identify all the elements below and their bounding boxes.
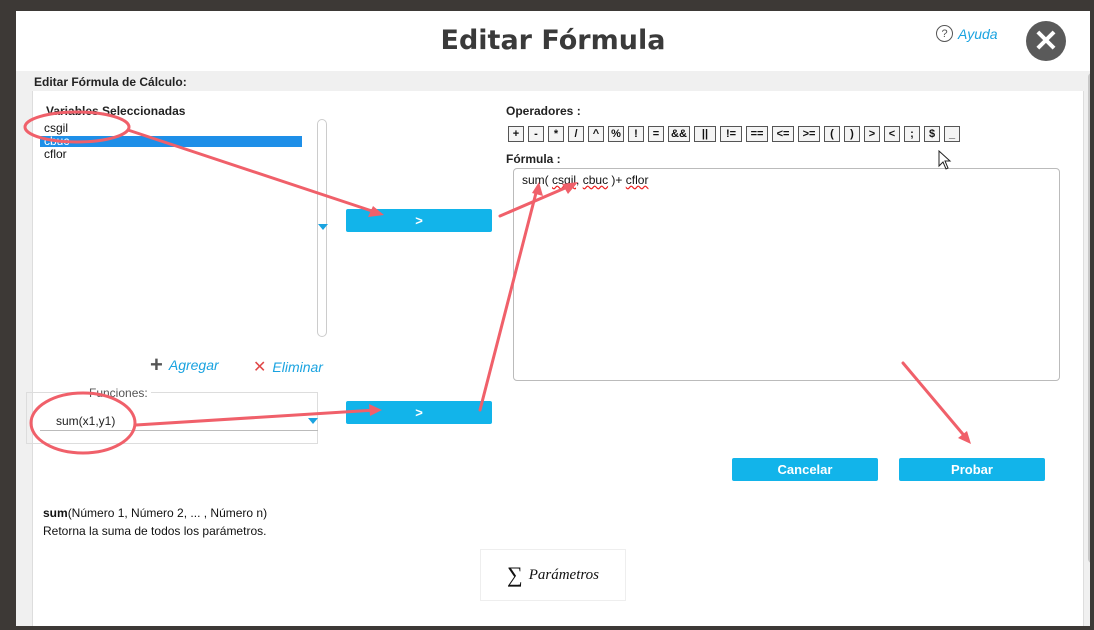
function-description-signature: sum(Número 1, Número 2, ... , Número n): [43, 506, 267, 520]
formula-prefix: sum(: [522, 173, 549, 187]
formula-var-csgil: csgil: [552, 173, 577, 187]
modal-header: Editar Fórmula ? Ayuda ✕: [16, 11, 1090, 71]
variables-list[interactable]: csgil cbuc cflor: [40, 121, 330, 349]
help-label: Ayuda: [958, 25, 998, 42]
help-link[interactable]: ? Ayuda: [936, 25, 998, 42]
operator-button[interactable]: <: [884, 126, 900, 142]
insert-function-button[interactable]: >: [346, 401, 492, 424]
close-button[interactable]: ✕: [1026, 21, 1066, 61]
operator-button[interactable]: +: [508, 126, 524, 142]
operator-button[interactable]: ^: [588, 126, 604, 142]
cancel-button[interactable]: Cancelar: [732, 458, 878, 481]
function-name: sum: [43, 506, 68, 520]
remove-button[interactable]: ✕ Eliminar: [253, 357, 323, 377]
operators-toolbar: + - * / ^%! = && || != == <= >=() > <; $ _: [508, 126, 960, 142]
operator-button[interactable]: *: [548, 126, 564, 142]
mouse-pointer-icon: [938, 149, 952, 175]
operator-button[interactable]: !=: [720, 126, 742, 142]
variable-item-csgil[interactable]: csgil: [40, 121, 298, 136]
operator-button[interactable]: >: [864, 126, 880, 142]
section-label: Editar Fórmula de Cálculo:: [34, 75, 187, 89]
insert-variable-button[interactable]: >: [346, 209, 492, 232]
formula-var-cbuc: cbuc: [582, 173, 609, 187]
help-icon: ?: [936, 25, 953, 42]
remove-label: Eliminar: [272, 359, 323, 375]
add-button[interactable]: + Agregar: [150, 352, 219, 377]
formula-textarea[interactable]: sum( csgil, cbuc )+ cflor: [513, 168, 1060, 381]
formula-label: Fórmula :: [506, 152, 561, 166]
operator-button[interactable]: _: [944, 126, 960, 142]
close-icon: ✕: [1033, 24, 1059, 58]
operator-button[interactable]: =: [648, 126, 664, 142]
operator-button[interactable]: -: [528, 126, 544, 142]
functions-legend: Funciones:: [86, 386, 151, 400]
operator-button[interactable]: (: [824, 126, 840, 142]
operator-button[interactable]: $: [924, 126, 940, 142]
operator-button[interactable]: &&: [668, 126, 690, 142]
operators-label: Operadores :: [506, 104, 581, 118]
parameters-panel[interactable]: ∑ Parámetros: [480, 549, 626, 601]
operator-button[interactable]: ||: [694, 126, 716, 142]
modal-title: Editar Fórmula: [440, 25, 666, 56]
operator-button[interactable]: ;: [904, 126, 920, 142]
remove-icon: ✕: [253, 359, 267, 376]
formula-var-cflor: cflor: [625, 173, 649, 187]
test-button[interactable]: Probar: [899, 458, 1045, 481]
functions-selected-value: sum(x1,y1): [56, 414, 116, 428]
add-label: Agregar: [168, 357, 219, 373]
variable-item-cbuc[interactable]: cbuc: [40, 135, 302, 147]
scroll-down-icon[interactable]: [318, 224, 328, 230]
operator-button[interactable]: !: [628, 126, 644, 142]
variable-item-cflor[interactable]: cflor: [40, 147, 298, 162]
chevron-down-icon: [308, 418, 318, 424]
variables-header: Variables Seleccionadas: [46, 104, 186, 118]
operator-button[interactable]: <=: [772, 126, 794, 142]
formula-mid: )+: [611, 173, 623, 187]
function-signature: (Número 1, Número 2, ... , Número n): [67, 506, 268, 520]
formula-sep: ,: [576, 173, 580, 187]
operator-button[interactable]: ): [844, 126, 860, 142]
plus-icon: +: [150, 352, 163, 377]
parameters-label: Parámetros: [528, 566, 599, 583]
function-description-text: Retorna la suma de todos los parámetros.: [43, 524, 267, 538]
operator-button[interactable]: ==: [746, 126, 768, 142]
modal-scrollbar[interactable]: [1088, 73, 1090, 563]
sigma-icon: ∑: [507, 562, 523, 587]
operator-button[interactable]: >=: [798, 126, 820, 142]
operator-button[interactable]: /: [568, 126, 584, 142]
functions-select[interactable]: sum(x1,y1): [40, 412, 318, 431]
operator-button[interactable]: %: [608, 126, 624, 142]
